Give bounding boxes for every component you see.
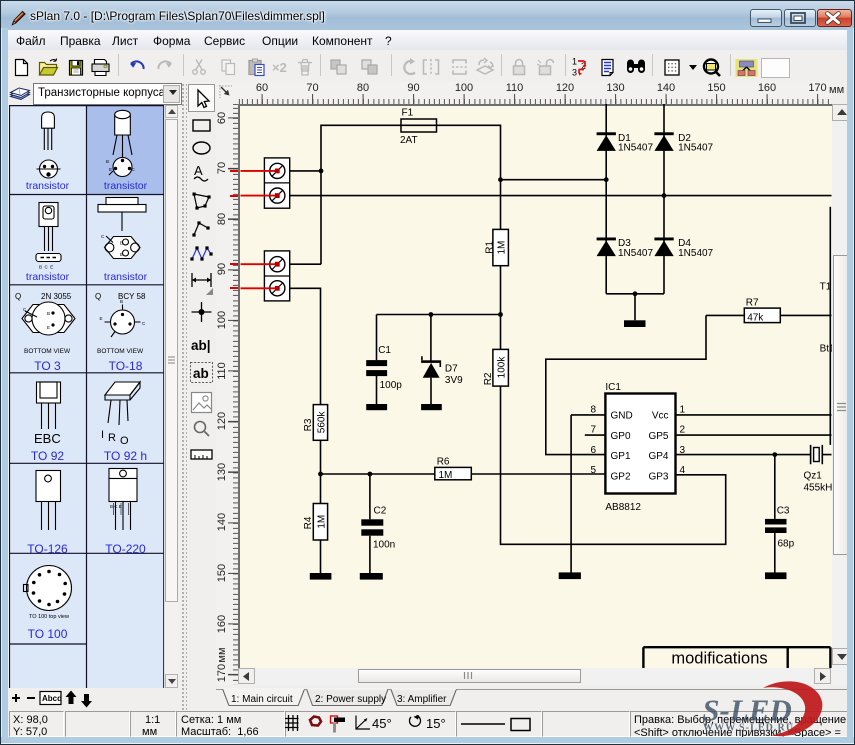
svg-text:EBC: EBC: [34, 431, 61, 446]
svg-text:BOTTOM VIEW: BOTTOM VIEW: [97, 348, 144, 355]
svg-text:Bt1: Bt1: [820, 343, 832, 354]
svg-text:R2: R2: [483, 372, 494, 385]
svg-text:68p: 68p: [778, 538, 795, 549]
svg-text:C1: C1: [378, 345, 391, 356]
svg-text:1M: 1M: [496, 241, 507, 255]
svg-text:45°: 45°: [372, 716, 392, 731]
svg-text:1M: 1M: [439, 470, 453, 481]
svg-text:B: B: [106, 159, 109, 164]
svg-text:C: C: [101, 234, 105, 239]
svg-text:WWW.S-LED.RU: WWW.S-LED.RU: [703, 723, 794, 734]
svg-text:Vcc: Vcc: [652, 411, 669, 422]
svg-text:R1: R1: [485, 241, 496, 254]
svg-text:1N5407: 1N5407: [678, 143, 713, 154]
svg-text:5: 5: [590, 465, 596, 476]
svg-text:560k: 560k: [317, 411, 328, 434]
svg-text:3: 3: [680, 445, 686, 456]
svg-text:Q: Q: [95, 292, 101, 301]
svg-text:2: 2: [680, 425, 686, 436]
svg-text:3: Amplifier: 3: Amplifier: [397, 694, 447, 705]
svg-text:3V9: 3V9: [445, 375, 463, 386]
svg-text:F1: F1: [402, 107, 414, 118]
svg-text:6: 6: [590, 445, 596, 456]
svg-text:C: C: [142, 321, 146, 326]
svg-text:100p: 100p: [380, 380, 403, 391]
svg-text:GP3: GP3: [648, 471, 668, 482]
svg-text:C3: C3: [777, 506, 790, 517]
svg-text:R: R: [108, 432, 116, 444]
svg-text:A: A: [194, 163, 203, 178]
svg-text:47k: 47k: [747, 312, 764, 323]
svg-text:ab: ab: [193, 366, 209, 381]
svg-text:3: 3: [572, 68, 577, 78]
svg-text:2N 3055: 2N 3055: [41, 292, 72, 301]
svg-text:2: Power supply: 2: Power supply: [315, 694, 386, 705]
svg-text:100n: 100n: [373, 539, 395, 550]
svg-text:AB8812: AB8812: [605, 502, 641, 513]
svg-text:ab|: ab|: [191, 338, 211, 353]
svg-text:1N5407: 1N5407: [678, 248, 713, 259]
svg-text:4: 4: [680, 465, 686, 476]
svg-text:B: B: [120, 241, 123, 246]
svg-text:7: 7: [590, 425, 596, 436]
svg-text:modifications: modifications: [671, 649, 767, 667]
svg-text:2AT: 2AT: [400, 135, 418, 146]
svg-text:R7: R7: [746, 298, 759, 309]
svg-text:GND: GND: [611, 411, 633, 422]
svg-text:GP2: GP2: [611, 471, 631, 482]
svg-text:B: B: [47, 311, 50, 316]
svg-text:E: E: [100, 316, 103, 321]
svg-text:B: B: [120, 299, 123, 304]
svg-text:GP0: GP0: [611, 431, 631, 442]
svg-text:I: I: [101, 429, 104, 441]
svg-text:O: O: [120, 435, 129, 447]
svg-text:100k: 100k: [496, 356, 507, 379]
svg-text:1: 1: [680, 404, 686, 415]
svg-text:GP5: GP5: [648, 431, 668, 442]
svg-text:GP1: GP1: [611, 451, 631, 462]
svg-text:R3: R3: [303, 418, 314, 431]
svg-text:C2: C2: [374, 506, 387, 517]
svg-text:1N5407: 1N5407: [618, 143, 653, 154]
svg-text:R4: R4: [303, 516, 314, 529]
svg-text:1: 1: [572, 57, 577, 67]
svg-text:455kHz: 455kHz: [804, 483, 833, 494]
svg-text:B C E: B C E: [39, 265, 53, 270]
svg-text:E: E: [120, 252, 123, 257]
svg-text:D7: D7: [445, 364, 458, 375]
svg-text:Qz1: Qz1: [804, 471, 823, 482]
svg-text:1N5407: 1N5407: [618, 248, 653, 259]
svg-text:Abcd: Abcd: [42, 694, 62, 703]
svg-text:C: C: [132, 167, 136, 172]
svg-text:1M: 1M: [317, 515, 328, 529]
svg-text:T1: T1: [820, 281, 832, 292]
svg-text:B C E: B C E: [110, 504, 122, 509]
svg-text:TO 100 top view: TO 100 top view: [29, 614, 69, 620]
svg-text:R6: R6: [437, 457, 450, 468]
svg-text:E: E: [47, 325, 50, 330]
svg-text:BOTTOM VIEW: BOTTOM VIEW: [24, 348, 71, 355]
svg-text:1: Main circuit: 1: Main circuit: [231, 694, 293, 705]
svg-text:×2: ×2: [272, 60, 287, 75]
svg-text:IC1: IC1: [605, 382, 621, 393]
svg-text:E: E: [109, 167, 112, 172]
svg-text:15°: 15°: [426, 716, 446, 731]
svg-text:8: 8: [590, 404, 596, 415]
svg-text:GP4: GP4: [648, 451, 668, 462]
svg-text:Q: Q: [15, 292, 21, 301]
